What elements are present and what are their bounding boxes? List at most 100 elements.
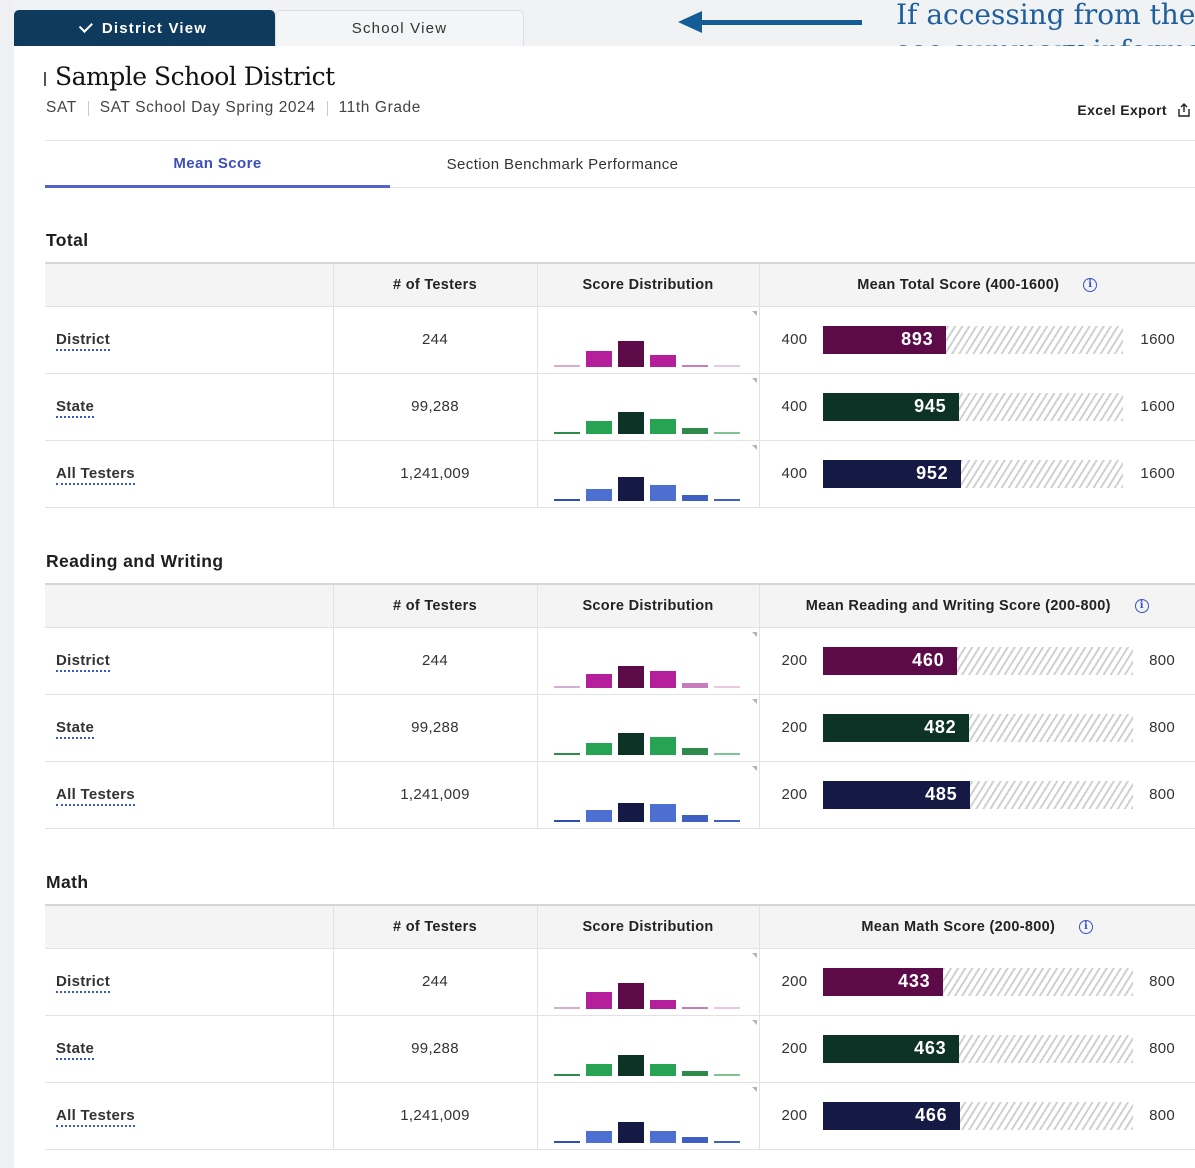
testers-count: 99,288 [332, 1014, 538, 1083]
group-cell: All Testers [45, 760, 334, 829]
group-link[interactable]: State [56, 398, 95, 418]
distribution-bar [617, 1121, 644, 1143]
distribution-bar [649, 736, 676, 755]
mean-score-bar: 463 [822, 1034, 959, 1063]
distribution-bar [649, 1130, 676, 1143]
distribution-bar [649, 1063, 676, 1076]
mean-score-bar: 466 [822, 1101, 960, 1130]
mean-header-wrap: Mean Math Score (200-800) i [760, 919, 1195, 935]
info-icon[interactable]: i [1079, 919, 1094, 934]
mean-score-cell: 400 952 1600 [758, 439, 1195, 508]
mean-score-track: 433 [822, 967, 1133, 996]
score-distribution-chart[interactable] [553, 327, 746, 367]
info-icon[interactable]: i [1134, 598, 1149, 613]
distribution-bar [617, 340, 644, 367]
corner-marker-icon [751, 1086, 757, 1092]
score-distribution-chart[interactable] [553, 394, 746, 434]
testers-count: 99,288 [332, 372, 538, 441]
mean-score-bar: 485 [822, 780, 970, 809]
administration-label: SAT School Day Spring 2024 [99, 99, 316, 116]
tab-district-view[interactable]: District View [14, 10, 275, 46]
column-header-mean: Mean Total Score (400-1600) i [758, 262, 1195, 307]
distribution-bar [713, 364, 740, 367]
section-title: Total [46, 230, 89, 250]
testers-count: 1,241,009 [332, 760, 538, 829]
column-header-testers: # of Testers [332, 262, 538, 307]
testers-count: 1,241,009 [332, 439, 538, 508]
distribution-bar [553, 498, 580, 501]
scale-min-label: 400 [781, 330, 808, 348]
mean-score-cell: 400 945 1600 [758, 372, 1195, 441]
tab-mean-score[interactable]: Mean Score [45, 141, 390, 188]
mean-score-track: 482 [822, 713, 1133, 742]
score-table: # of Testers Score Distribution Mean Readi… [45, 583, 1195, 829]
distribution-bar [649, 999, 676, 1009]
score-distribution-chart[interactable] [553, 1036, 746, 1076]
report-subtitle: SAT SAT School Day Spring 2024 11th Grad… [46, 99, 421, 117]
mean-score-track: 460 [822, 646, 1133, 675]
mean-score-value: 952 [916, 463, 949, 483]
tab-school-view[interactable]: School View [275, 10, 524, 46]
score-table: # of Testers Score Distribution Mean Math … [45, 904, 1195, 1150]
scale-max-label: 800 [1149, 785, 1175, 803]
scale-min-label: 200 [781, 972, 808, 990]
mean-score-bar: 482 [822, 713, 969, 742]
score-distribution-chart[interactable] [553, 782, 746, 822]
score-distribution-chart[interactable] [553, 969, 746, 1009]
column-header-distribution: Score Distribution [536, 583, 760, 628]
column-header-distribution: Score Distribution [536, 904, 760, 949]
group-cell: District [45, 305, 334, 374]
corner-marker-icon [751, 765, 757, 771]
mean-score-track: 463 [822, 1034, 1133, 1063]
group-link[interactable]: All Testers [56, 465, 135, 485]
distribution-bar [649, 484, 676, 501]
arrow-shaft [700, 20, 862, 25]
distribution-bar [649, 803, 676, 822]
mean-score-bar: 460 [822, 646, 957, 675]
group-link[interactable]: All Testers [56, 1107, 135, 1127]
distribution-bar [553, 1006, 580, 1009]
corner-marker-icon [751, 952, 757, 958]
scale-max-label: 1600 [1140, 397, 1175, 415]
mean-score-track: 893 [822, 325, 1123, 354]
mean-score-value: 893 [901, 329, 934, 349]
group-link[interactable]: District [56, 652, 111, 672]
column-header-group [45, 262, 334, 307]
scale-max-label: 800 [1149, 1106, 1175, 1124]
mean-score-value: 463 [914, 1038, 947, 1058]
column-header-group [45, 904, 334, 949]
left-strip [0, 0, 14, 1168]
testers-count: 244 [332, 626, 538, 695]
score-distribution-chart[interactable] [553, 648, 746, 688]
score-distribution-chart[interactable] [553, 461, 746, 501]
excel-export-label: Excel Export [1077, 102, 1167, 118]
share-icon [1178, 103, 1190, 117]
info-icon[interactable]: i [1083, 277, 1098, 292]
distribution-bar [553, 431, 580, 434]
table-row: All Testers 1,241,009 200 485 800 [45, 760, 1195, 829]
group-link[interactable]: District [56, 331, 111, 351]
distribution-bar [617, 1054, 644, 1076]
column-header-mean: Mean Math Score (200-800) i [758, 904, 1195, 949]
scale-max-label: 800 [1149, 651, 1175, 669]
excel-export-button[interactable]: Excel Export [1077, 102, 1191, 118]
column-header-label: Mean Math Score (200-800) [861, 918, 1056, 935]
separator [87, 100, 89, 116]
group-link[interactable]: District [56, 973, 111, 993]
distribution-bar [713, 819, 740, 822]
group-link[interactable]: State [56, 1040, 95, 1060]
score-tabs: Mean Score Section Benchmark Performance [45, 140, 1195, 188]
distribution-bar [713, 1073, 740, 1076]
distribution-cell [536, 760, 760, 829]
scale-min-label: 400 [781, 397, 808, 415]
mean-score-cell: 200 485 800 [758, 760, 1195, 829]
score-distribution-chart[interactable] [553, 1103, 746, 1143]
score-distribution-chart[interactable] [553, 715, 746, 755]
corner-marker-icon [751, 1019, 757, 1025]
tab-section-benchmark[interactable]: Section Benchmark Performance [390, 141, 735, 188]
group-link[interactable]: State [56, 719, 95, 739]
group-link[interactable]: All Testers [56, 786, 135, 806]
distribution-bar [713, 431, 740, 434]
assessment-label: SAT [46, 99, 77, 116]
distribution-bar [617, 982, 644, 1009]
